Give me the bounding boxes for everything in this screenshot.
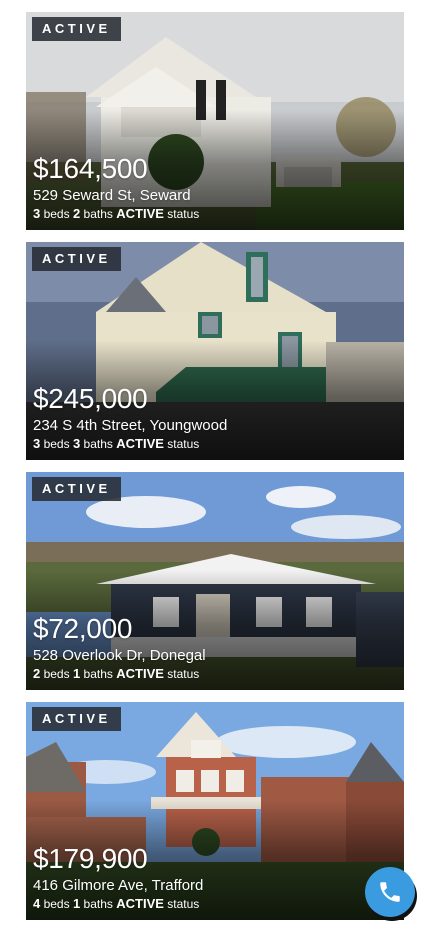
status-badge: ACTIVE [32,707,121,731]
beds-count: 3 [33,436,41,451]
beds-label: beds [43,667,70,681]
beds-label: beds [43,437,70,451]
status-value: ACTIVE [116,206,164,221]
listing-price: $72,000 [33,613,133,644]
beds-label: beds [43,897,70,911]
beds-label: beds [43,207,70,221]
listing-info: $179,900 416 Gilmore Ave, Trafford 4 bed… [33,844,203,912]
status-label: status [167,897,200,911]
baths-count: 3 [72,436,81,451]
baths-label: baths [83,207,113,221]
listing-address[interactable]: 416 Gilmore Ave, Trafford [33,876,203,895]
listing-price: $179,900 [33,843,148,874]
call-button[interactable] [365,867,415,917]
listing-address[interactable]: 528 Overlook Dr, Donegal [33,646,206,665]
listing-card[interactable]: ACTIVE $72,000 528 Overlook Dr, Donegal … [26,472,404,690]
listing-price: $245,000 [33,383,148,414]
listing-info: $245,000 234 S 4th Street, Youngwood 3 b… [33,384,227,452]
status-label: status [167,207,200,221]
status-value: ACTIVE [116,666,164,681]
status-label: status [167,667,200,681]
listing-card[interactable]: ACTIVE $164,500 529 Seward St, Seward 3 … [26,12,404,230]
status-value: ACTIVE [116,436,164,451]
beds-count: 3 [33,206,41,221]
status-badge: ACTIVE [32,247,121,271]
beds-count: 4 [33,896,41,911]
listing-address[interactable]: 529 Seward St, Seward [33,186,199,205]
beds-count: 2 [33,666,41,681]
listing-address[interactable]: 234 S 4th Street, Youngwood [33,416,227,435]
phone-icon [380,882,400,902]
baths-count: 1 [72,666,81,681]
baths-count: 2 [72,206,81,221]
listing-meta: 3 beds 3 baths ACTIVE status [33,436,227,452]
status-badge: ACTIVE [32,477,121,501]
status-label: status [167,437,200,451]
listing-info: $72,000 528 Overlook Dr, Donegal 2 beds … [33,614,206,682]
listing-price: $164,500 [33,153,148,184]
baths-label: baths [83,437,113,451]
listing-meta: 2 beds 1 baths ACTIVE status [33,666,206,682]
listing-card[interactable]: ACTIVE $179,900 416 Gilmore Ave, Traffor… [26,702,404,920]
listing-meta: 4 beds 1 baths ACTIVE status [33,896,203,912]
listing-info: $164,500 529 Seward St, Seward 3 beds 2 … [33,154,199,222]
baths-label: baths [83,897,113,911]
listing-meta: 3 beds 2 baths ACTIVE status [33,206,199,222]
listing-card[interactable]: ACTIVE $245,000 234 S 4th Street, Youngw… [26,242,404,460]
status-value: ACTIVE [116,896,164,911]
baths-count: 1 [72,896,81,911]
status-badge: ACTIVE [32,17,121,41]
baths-label: baths [83,667,113,681]
